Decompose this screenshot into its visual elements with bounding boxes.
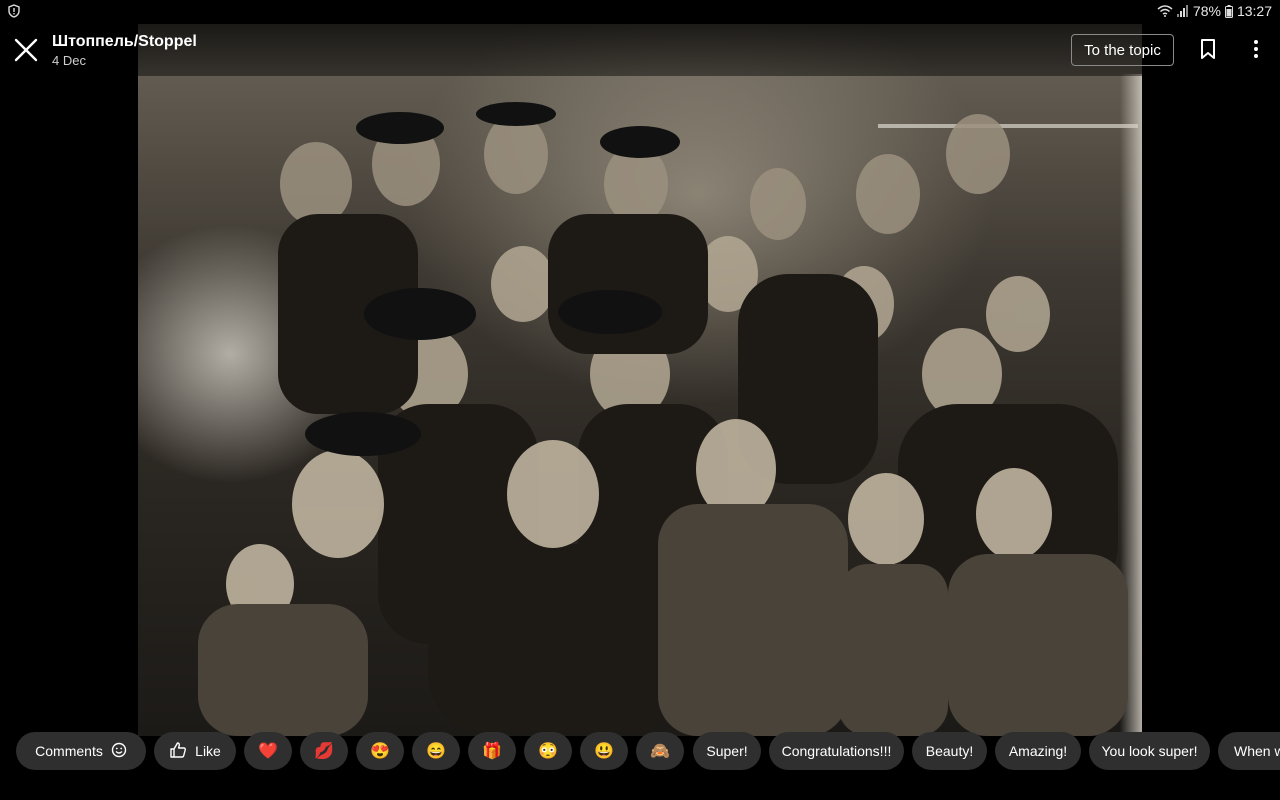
phrase-you-look-super-label: You look super!: [1101, 743, 1198, 759]
clock: 13:27: [1236, 3, 1272, 19]
phrase-when[interactable]: When w: [1218, 732, 1280, 770]
post-date: 4 Dec: [52, 53, 86, 68]
album-title[interactable]: Штоппель/Stoppel: [52, 32, 197, 52]
laugh-emoji: 😄: [426, 743, 446, 760]
phrase-you-look-super[interactable]: You look super!: [1089, 732, 1210, 770]
battery-icon: [1224, 4, 1233, 18]
reaction-heart[interactable]: ❤️: [244, 732, 292, 770]
heart-emoji: ❤️: [258, 743, 278, 760]
close-icon[interactable]: [12, 36, 40, 64]
phrase-congratulations[interactable]: Congratulations!!!: [769, 732, 904, 770]
phrase-congratulations-label: Congratulations!!!: [781, 743, 892, 759]
phrase-when-label: When w: [1234, 743, 1280, 759]
reaction-monkey[interactable]: 🙈: [636, 732, 684, 770]
reaction-bar: Comments Like ❤️ 💋 😍 😄 🎁 😳 😃 🙈 Super! Co…: [0, 732, 1280, 772]
status-bar: 78% 13:27: [0, 0, 1280, 24]
phrase-super[interactable]: Super!: [693, 732, 761, 770]
heart-eyes-emoji: 😍: [370, 743, 390, 760]
to-the-topic-button[interactable]: To the topic: [1071, 34, 1174, 66]
header-title-block: Штоппель/Stoppel 4 Dec: [52, 32, 197, 69]
like-label: Like: [195, 743, 221, 759]
kiss-emoji: 💋: [314, 743, 334, 760]
gift-emoji: 🎁: [482, 743, 502, 760]
like-button[interactable]: Like: [154, 732, 236, 770]
reaction-laugh[interactable]: 😄: [412, 732, 460, 770]
phrase-super-label: Super!: [706, 743, 748, 759]
wifi-icon: [1157, 5, 1173, 17]
photo-figures: [198, 102, 1128, 736]
signal-icon: [1176, 5, 1189, 17]
reaction-gift[interactable]: 🎁: [468, 732, 516, 770]
flushed-emoji: 😳: [538, 743, 558, 760]
battery-percent: 78%: [1192, 3, 1221, 19]
comments-button[interactable]: Comments: [16, 732, 146, 770]
thumbs-up-icon: [169, 741, 187, 762]
more-vertical-icon[interactable]: [1246, 38, 1266, 60]
group-photo[interactable]: [138, 24, 1142, 736]
phrase-beauty-label: Beauty!: [925, 743, 974, 759]
comments-label: Comments: [35, 743, 103, 759]
monkey-emoji: 🙈: [650, 743, 670, 760]
phrase-beauty[interactable]: Beauty!: [912, 732, 987, 770]
bookmark-icon[interactable]: [1198, 38, 1218, 60]
smiley-icon: [111, 742, 127, 761]
reaction-flushed[interactable]: 😳: [524, 732, 572, 770]
phrase-amazing[interactable]: Amazing!: [995, 732, 1081, 770]
smile-emoji: 😃: [594, 743, 614, 760]
reaction-kiss[interactable]: 💋: [300, 732, 348, 770]
phrase-amazing-label: Amazing!: [1008, 743, 1068, 759]
shield-icon: [8, 4, 22, 20]
reaction-smile[interactable]: 😃: [580, 732, 628, 770]
reaction-heart-eyes[interactable]: 😍: [356, 732, 404, 770]
top-bar: Штоппель/Stoppel 4 Dec To the topic: [0, 24, 1280, 76]
